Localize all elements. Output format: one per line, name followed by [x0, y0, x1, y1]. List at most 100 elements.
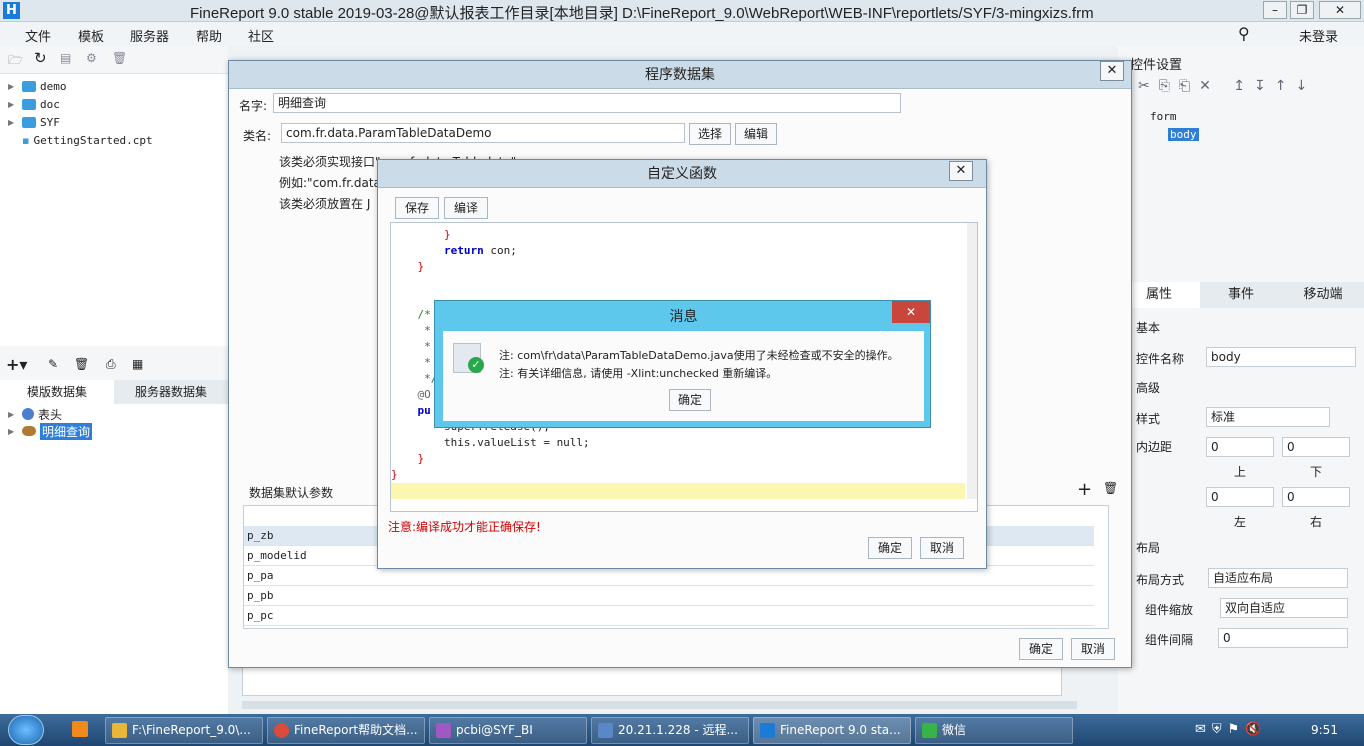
tree-item-syf[interactable]: ▶ SYF	[8, 114, 60, 130]
folder-icon	[22, 116, 36, 128]
close-button[interactable]: ✕	[1319, 1, 1361, 19]
tree-item-demo[interactable]: ▶ demo	[8, 78, 67, 94]
cancel-button[interactable]: 取消	[920, 537, 964, 559]
dataset-item-header[interactable]: ▶ 表头	[8, 406, 62, 422]
clock[interactable]: 9:51	[1311, 723, 1338, 737]
program-dataset-icon	[22, 426, 36, 436]
section-layout[interactable]: 布局	[1136, 539, 1160, 556]
bottom-label: 下	[1310, 465, 1323, 479]
vertical-scrollbar[interactable]	[967, 223, 977, 499]
check-icon: ✓	[468, 357, 484, 373]
param-row[interactable]: p_pc	[244, 606, 1094, 626]
tab-events[interactable]: 事件	[1200, 282, 1282, 308]
dataset-tree: ▶ 表头 ▶ 明细查询	[0, 404, 228, 714]
message-body: ✓ 注: com\fr\data\ParamTableDataDemo.java…	[443, 331, 924, 421]
properties-icon[interactable]: ▤	[60, 51, 71, 65]
code-line: @O	[391, 388, 431, 401]
section-advanced[interactable]: 高级	[1136, 379, 1160, 396]
delete-icon[interactable]: 🗑	[112, 51, 127, 65]
close-button[interactable]: ✕	[949, 161, 973, 181]
add-param-icon[interactable]: +	[1077, 479, 1092, 500]
taskbar-item[interactable]: FineReport帮助文档...	[267, 717, 425, 744]
left-toolbar: 🗁 ↻ ▤ ⚙ 🗑	[0, 46, 228, 74]
select-button[interactable]: 选择	[689, 123, 731, 145]
folder-icon	[22, 80, 36, 92]
layout-mode-label: 布局方式	[1136, 573, 1185, 587]
open-folder-icon[interactable]: 🗁	[8, 51, 23, 72]
wechat-icon	[922, 723, 937, 738]
delete-icon[interactable]: 🗑	[74, 357, 89, 371]
edit-icon[interactable]: ✎	[48, 357, 58, 371]
close-button[interactable]: ✕	[1100, 61, 1124, 81]
name-input[interactable]: 明细查询	[273, 93, 901, 113]
param-row[interactable]: p_pb	[244, 586, 1094, 606]
maximize-button[interactable]: ❐	[1290, 1, 1314, 19]
minimize-button[interactable]: –	[1263, 1, 1287, 19]
code-line: *	[391, 340, 431, 353]
taskbar-item[interactable]: FineReport 9.0 sta...	[753, 717, 911, 744]
edit-button[interactable]: 编辑	[735, 123, 777, 145]
dataset-icon	[22, 408, 34, 420]
expand-icon[interactable]: ▦	[132, 357, 143, 371]
refresh-icon[interactable]: ↻	[34, 49, 47, 67]
ok-button[interactable]: 确定	[669, 389, 711, 411]
tab-mobile[interactable]: 移动端	[1282, 282, 1364, 308]
taskbar-item[interactable]: 微信	[915, 717, 1073, 744]
login-status[interactable]: 未登录	[1299, 26, 1338, 45]
menu-server[interactable]: 服务器	[130, 26, 169, 45]
tree-item-form[interactable]: form	[1150, 110, 1177, 123]
close-button[interactable]: ✕	[892, 301, 930, 323]
padding-left-input[interactable]: 0	[1206, 487, 1274, 507]
menu-help[interactable]: 帮助	[196, 26, 222, 45]
preview-icon[interactable]: ⎙	[106, 357, 116, 372]
menu-file[interactable]: 文件	[25, 26, 51, 45]
class-input[interactable]: com.fr.data.ParamTableDataDemo	[281, 123, 685, 143]
padding-top-input[interactable]: 0	[1206, 437, 1274, 457]
style-label: 样式	[1136, 412, 1161, 426]
compile-button[interactable]: 编译	[444, 197, 488, 219]
ok-button[interactable]: 确定	[1019, 638, 1063, 660]
save-button[interactable]: 保存	[395, 197, 439, 219]
menu-community[interactable]: 社区	[248, 26, 274, 45]
ok-button[interactable]: 确定	[868, 537, 912, 559]
panel-toolbar: ✂⎘⎗✕ ↥↧↑↓	[1138, 78, 1317, 94]
param-row[interactable]: p_pa	[244, 566, 1094, 586]
settings-icon[interactable]: ⚙	[86, 51, 97, 65]
note-example: 例如:"com.fr.data	[279, 176, 381, 190]
db-icon	[436, 723, 451, 738]
gap-input[interactable]: 0	[1218, 628, 1348, 648]
tree-item-body[interactable]: body	[1168, 128, 1199, 141]
media-player-icon[interactable]	[72, 721, 88, 737]
left-label: 左	[1234, 515, 1247, 529]
remote-desktop-icon	[598, 723, 613, 738]
padding-bottom-input[interactable]: 0	[1282, 437, 1350, 457]
taskbar-item[interactable]: pcbi@SYF_BI	[429, 717, 587, 744]
tree-item-gettingstarted[interactable]: ▪ GettingStarted.cpt	[22, 132, 153, 148]
scale-select[interactable]: 双向自适应	[1220, 598, 1348, 618]
add-icon[interactable]: +▾	[6, 355, 27, 374]
code-line: *	[391, 356, 431, 369]
class-label: 类名:	[243, 129, 272, 143]
dataset-item-detail[interactable]: ▶ 明细查询	[8, 422, 93, 440]
horizontal-scrollbar[interactable]	[242, 701, 1077, 709]
section-basic[interactable]: 基本	[1136, 319, 1160, 336]
tab-server-dataset[interactable]: 服务器数据集	[114, 380, 228, 404]
tray-icons: ✉⛨⚑🔇	[1195, 722, 1268, 737]
padding-right-input[interactable]: 0	[1282, 487, 1350, 507]
delete-param-icon[interactable]: 🗑	[1103, 481, 1118, 495]
window-title: FineReport 9.0 stable 2019-03-28@默认报表工作目…	[190, 5, 1094, 22]
tab-template-dataset[interactable]: 模版数据集	[0, 380, 114, 404]
start-button[interactable]	[8, 715, 44, 745]
search-icon[interactable]: ⚲	[1238, 24, 1250, 43]
taskbar-item[interactable]: 20.21.1.228 - 远程...	[591, 717, 749, 744]
taskbar-item[interactable]: F:\FineReport_9.0\...	[105, 717, 263, 744]
style-input[interactable]: 标准	[1206, 407, 1330, 427]
highlight-line	[391, 483, 965, 499]
tree-item-doc[interactable]: ▶ doc	[8, 96, 60, 112]
ctrl-name-input[interactable]: body	[1206, 347, 1356, 367]
dataset-toolbar: +▾ ✎ 🗑 ⎙ ▦	[0, 346, 228, 380]
code-line: }	[391, 228, 451, 241]
menu-template[interactable]: 模板	[78, 26, 104, 45]
layout-mode-select[interactable]: 自适应布局	[1208, 568, 1348, 588]
cancel-button[interactable]: 取消	[1071, 638, 1115, 660]
